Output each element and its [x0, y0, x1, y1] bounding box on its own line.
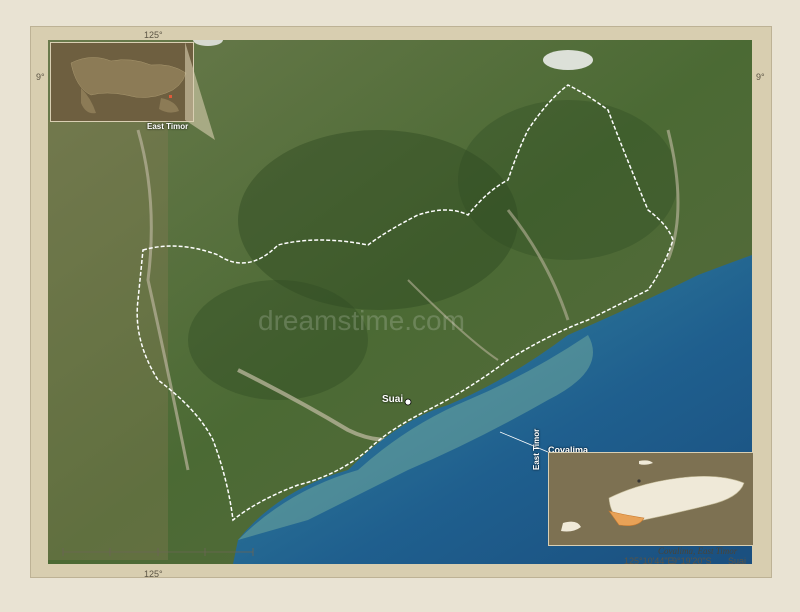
legend-capital: Suai — [728, 556, 747, 566]
capital-label: Suai — [382, 394, 404, 405]
map-info: Covalima, East Timor 125°10'44"E 9°19'20… — [548, 544, 752, 566]
map-title: Covalima, East Timor — [658, 546, 738, 556]
coordinates-lat: 9°19'20"S — [672, 556, 712, 566]
coordinates-lon: 125°10'44"E — [624, 556, 674, 566]
lat-label-right: 9° — [756, 72, 765, 82]
lat-label-left: 9° — [36, 72, 45, 82]
watermark: dreamstime.com — [258, 305, 465, 336]
country-inset-label: East Timor — [532, 428, 541, 470]
capital-marker — [404, 398, 412, 406]
country-inset-svg — [549, 453, 753, 545]
lon-label-bottom: 125° — [144, 569, 163, 579]
lon-label-top: 125° — [144, 30, 163, 40]
world-inset-pointer — [185, 42, 215, 140]
scale-bar-svg — [62, 548, 254, 556]
world-inset-country-label: East Timor — [147, 122, 189, 131]
country-inset[interactable] — [548, 452, 754, 546]
world-inset[interactable] — [50, 42, 194, 122]
scale-bar — [48, 544, 278, 564]
mountain-shade-3 — [458, 100, 678, 260]
world-inset-svg — [51, 43, 193, 121]
mountain-shade-2 — [188, 280, 368, 400]
cloud-1 — [543, 50, 593, 70]
